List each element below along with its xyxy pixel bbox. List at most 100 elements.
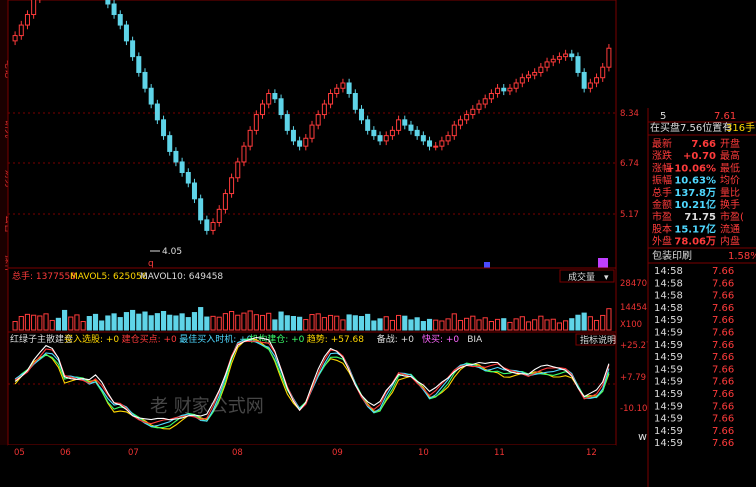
candle-body [569,53,575,58]
candle-body [31,0,37,16]
candle-body [247,129,253,147]
volume-bar [136,313,142,331]
quote-status-tail: 316手 [726,121,755,134]
volume-bar [86,316,92,331]
candle-body [470,108,476,116]
quote-row: 涨跌 +0.70 最高 [652,149,740,162]
volume-bar [123,312,130,331]
quote-row-value: 78.06万 [674,236,716,248]
volume-bar [525,321,532,331]
volume-bar [99,320,105,331]
quote-row-label: 市盈 [652,210,672,223]
volume-bar [569,318,575,331]
quote-row-label: 涨跌 [652,149,672,162]
candle-body [402,119,408,126]
volume-bar [216,316,222,331]
candle-body [439,140,445,147]
month-label: 08 [232,448,243,458]
candle-body [290,129,296,142]
candle-body [581,71,587,89]
trade-price: 7.66 [712,340,734,351]
candle-body [272,93,278,100]
candle-body [191,182,197,200]
candle-body [253,114,259,131]
trade-price: 7.66 [712,278,734,289]
volume-bar [507,321,513,331]
industry-change: 1.58% [728,251,756,262]
quote-top-price: 7.61 [714,111,736,122]
month-label: 07 [128,448,139,458]
volume-bar [278,311,284,331]
volume-bar [309,314,315,331]
trade-time: 14:58 [654,266,683,277]
event-marker-2[interactable] [598,258,608,268]
event-marker[interactable] [484,262,490,268]
trade-price: 7.66 [712,414,734,425]
volume-selector[interactable]: 成交量 ▾ [559,269,615,283]
candle-body [538,66,544,73]
volume-bar [31,314,37,331]
volume-bar [470,315,476,331]
volume-bar [532,319,538,331]
volume-bar [494,318,501,331]
candle-body [204,219,210,231]
candle-body [167,135,173,152]
volume-bar [61,309,68,331]
trade-time: 14:59 [654,401,683,412]
candle-body [278,98,284,116]
indicator-item: 趋势: +57.68 [307,333,364,345]
indicator-help-button[interactable]: 指标说明 [575,333,616,346]
quote-row: 外盘 78.06万 内盘 [652,235,740,248]
volume-bar [426,318,433,331]
candle-body [284,114,290,131]
candle-body [241,145,247,163]
quote-row-right: 最高 [720,149,740,162]
quote-row: 股本 15.17亿 流通 [652,222,740,235]
volume-bar [92,313,99,331]
volume-bar [482,317,488,331]
volume-bar [80,321,86,331]
candle-body [303,137,309,147]
quote-row: 涨幅+10.06% 最低 [652,161,740,174]
candle-body [532,71,538,76]
volume-bar [476,319,482,331]
volume-bar [290,316,297,331]
volume-bar [24,313,31,331]
trade-price: 7.66 [712,438,734,449]
quote-panel: 5 7.61 在买盘7.56位置有 316手 最新 7.66 开盘涨跌 +0.70 最高… [647,108,756,487]
volume-bar [253,314,259,331]
candle-body [229,177,235,195]
volume-bar [501,318,507,331]
trade-time: 14:59 [654,389,683,400]
volume-bar [204,316,210,331]
quote-row-right: 内盘 [720,235,740,248]
candle-body [315,114,321,126]
quote-status-line: 在买盘7.56位置有 [650,121,732,134]
month-label: 05 [14,448,25,458]
volume-bar [544,319,550,331]
trade-time: 14:59 [654,315,683,326]
volume-bar [130,309,136,331]
month-label: 11 [494,448,505,458]
candle-body [154,103,160,121]
candle-body [222,193,228,210]
quote-row-label: 总手 [652,186,672,199]
candle-body [352,93,358,110]
candle-body [297,140,303,147]
candle-body [24,14,30,26]
volume-bar [433,319,439,331]
candle-body [495,87,501,95]
trade-time: 14:59 [654,364,683,375]
quote-row: 总手 137.8万 量比 [652,186,740,199]
candle-body [563,53,569,58]
candle-body [544,61,550,68]
quote-row-right: 均价 [720,175,740,187]
volume-bar [228,310,235,331]
volume-bar [334,315,340,331]
month-label: 09 [332,448,343,458]
candle-body [340,82,346,89]
quote-row: 市盈 71.75 市盈( [652,210,744,223]
volume-bar [284,315,290,331]
candle-body [142,71,148,89]
industry-label[interactable]: 包装印刷 [652,249,692,262]
